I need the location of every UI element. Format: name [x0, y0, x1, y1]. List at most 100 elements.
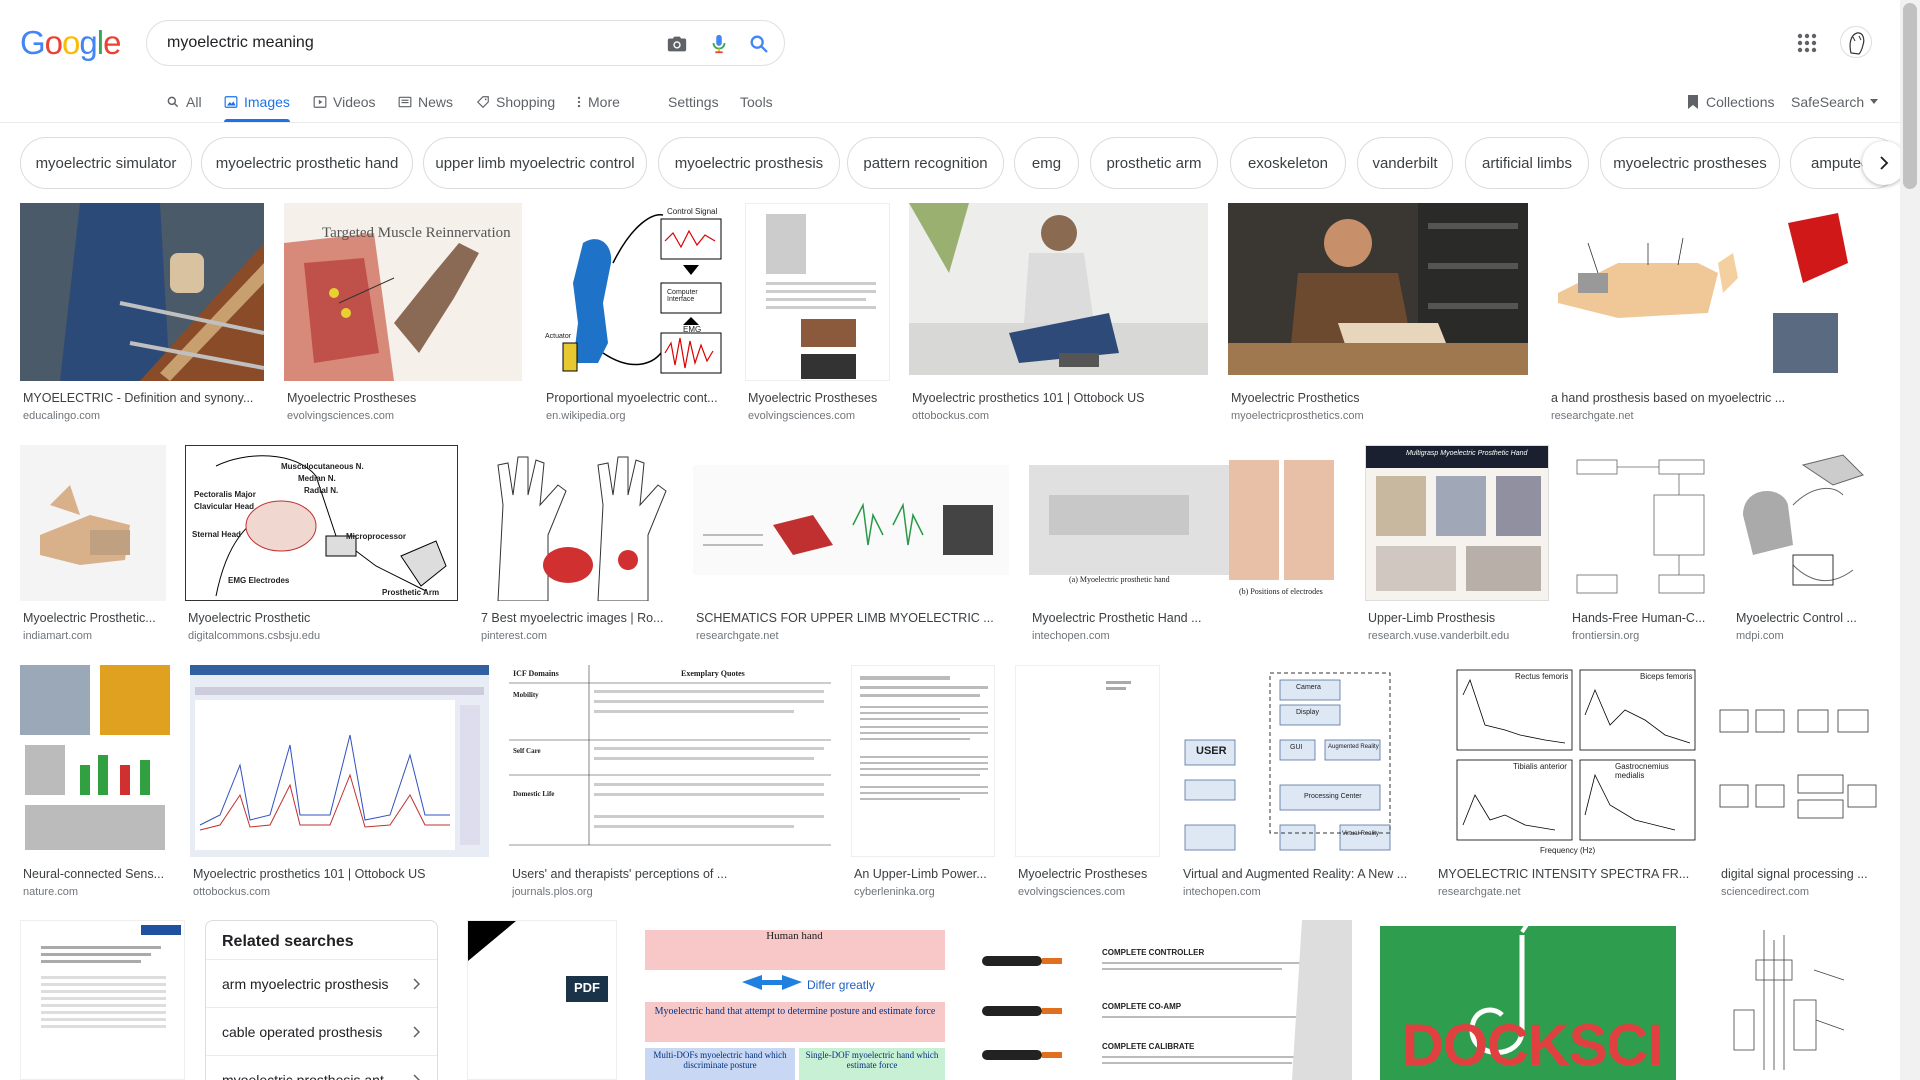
thumb-caption: Musculocutaneous N. [281, 462, 364, 471]
pdf-badge: PDF [574, 980, 600, 995]
result-source: evolvingsciences.com [1018, 886, 1125, 898]
tab-news[interactable]: News [398, 82, 453, 122]
result-title: 7 Best myoelectric images | Ro... [481, 611, 664, 625]
image-result[interactable]: ICF Domains Exemplary Quotes Mobility Se… [509, 665, 831, 905]
result-thumbnail [1704, 920, 1879, 1080]
image-result[interactable]: Myoelectric prosthetics 101 | Ottobock U… [190, 665, 489, 905]
related-search-item[interactable]: myoelectric prosthesis ant [206, 1055, 437, 1080]
chip[interactable]: exoskeleton [1230, 137, 1346, 189]
thumb-caption: COMPLETE CALIBRATE [1102, 1042, 1195, 1051]
result-thumbnail [190, 665, 489, 857]
image-result[interactable]: Myoelectric Prostheses evolvingsciences.… [1015, 665, 1160, 905]
result-thumbnail: ICF Domains Exemplary Quotes Mobility Se… [509, 665, 831, 857]
safesearch-label: SafeSearch [1791, 94, 1865, 110]
image-result[interactable]: Neural-connected Sens... nature.com [20, 665, 170, 905]
thumb-caption: Mobility [513, 691, 539, 699]
chip[interactable]: myoelectric prosthesis [658, 137, 840, 189]
image-result[interactable]: Myoelectric Prosthetic... indiamart.com [20, 445, 166, 645]
tab-more[interactable]: More [576, 82, 620, 122]
thumb-caption: Targeted Muscle Reinnervation [322, 225, 511, 241]
result-source: intechopen.com [1032, 630, 1110, 642]
result-source: educalingo.com [23, 410, 101, 422]
tab-label: Shopping [496, 94, 556, 110]
avatar[interactable] [1840, 26, 1872, 58]
tab-tools[interactable]: Tools [740, 82, 773, 122]
apps-grid-icon[interactable] [1795, 31, 1819, 55]
tab-images[interactable]: Images [224, 82, 290, 122]
thumb-caption: Actuator [545, 333, 572, 340]
result-title: Proportional myoelectric cont... [546, 391, 718, 405]
thumb-caption: (b) Positions of electrodes [1239, 587, 1323, 596]
collections-button[interactable]: Collections [1686, 82, 1774, 122]
camera-icon[interactable] [665, 32, 689, 56]
chip[interactable]: upper limb myoelectric control [423, 137, 647, 189]
tab-shopping[interactable]: Shopping [476, 82, 555, 122]
chip[interactable]: myoelectric prosthetic hand [201, 137, 413, 189]
result-thumbnail [20, 920, 185, 1080]
related-searches-panel: Related searches arm myoelectric prosthe… [205, 920, 438, 1080]
result-thumbnail: COMPLETE CONTROLLER COMPLETE CO-AMP COMP… [972, 920, 1352, 1080]
chip[interactable]: prosthetic arm [1090, 137, 1218, 189]
page-scrollbar[interactable] [1900, 0, 1920, 1080]
chip[interactable]: artificial limbs [1465, 137, 1589, 189]
result-title: Hands-Free Human-C... [1572, 611, 1706, 625]
microphone-icon[interactable] [707, 32, 731, 56]
image-result[interactable]: Human hand Differ greatly Myoelectric ha… [637, 920, 952, 1080]
result-source: researchgate.net [1438, 886, 1521, 898]
image-result[interactable]: Myoelectric Prostheses evolvingsciences.… [745, 203, 890, 423]
image-result[interactable]: Targeted Muscle Reinnervation Myoelectri… [284, 203, 522, 423]
result-title: Myoelectric Control ... [1736, 611, 1857, 625]
image-result[interactable]: COMPLETE CONTROLLER COMPLETE CO-AMP COMP… [972, 920, 1352, 1080]
thumb-caption: Augmented Reality [1328, 744, 1379, 750]
result-thumbnail: Musculocutaneous N. Median N. Radial N. … [185, 445, 458, 601]
image-result[interactable] [20, 920, 185, 1080]
related-search-label: arm myoelectric prosthesis [222, 975, 389, 992]
video-icon [313, 96, 327, 108]
result-source: journals.plos.org [512, 886, 593, 898]
image-result[interactable]: Musculocutaneous N. Median N. Radial N. … [185, 445, 458, 645]
image-result[interactable]: a hand prosthesis based on myoelectric .… [1548, 203, 1878, 423]
result-thumbnail [20, 665, 170, 857]
image-result[interactable]: 7 Best myoelectric images | Ro... pinter… [478, 445, 673, 645]
image-result[interactable]: USER Camera Display GUI Augmented Realit… [1180, 665, 1415, 905]
chip[interactable]: myoelectric prostheses [1600, 137, 1780, 189]
tab-settings[interactable]: Settings [668, 82, 719, 122]
chip[interactable]: myoelectric simulator [20, 137, 192, 189]
google-logo[interactable]: Google [20, 24, 121, 62]
image-result[interactable]: Myoelectric Prosthetics myoelectricprost… [1228, 203, 1528, 423]
result-title: Myoelectric prosthetics 101 | Ottobock U… [193, 867, 426, 881]
image-result[interactable]: Hands-Free Human-C... frontiersin.org [1569, 445, 1713, 645]
scrollbar-thumb[interactable] [1903, 3, 1917, 189]
search-input[interactable] [167, 31, 637, 55]
image-result[interactable] [1704, 920, 1879, 1080]
search-icon[interactable] [747, 32, 771, 56]
image-result[interactable]: Myoelectric Control ... mdpi.com [1733, 445, 1879, 645]
image-result[interactable]: Rectus femoris Biceps femoris Tibialis a… [1435, 665, 1698, 905]
image-result[interactable]: SCHEMATICS FOR UPPER LIMB MYOELECTRIC ..… [693, 445, 1009, 645]
tab-videos[interactable]: Videos [313, 82, 376, 122]
result-source: intechopen.com [1183, 886, 1261, 898]
image-result[interactable]: Control Signal Computer Interface EMG Ac… [543, 203, 725, 423]
thumb-caption: Biceps femoris [1640, 672, 1693, 681]
image-result[interactable]: digital signal processing ... sciencedir… [1718, 665, 1878, 905]
image-result[interactable]: An Upper-Limb Power... cyberleninka.org [851, 665, 995, 905]
result-thumbnail [1548, 203, 1878, 381]
chip[interactable]: emg [1014, 137, 1079, 189]
tab-all[interactable]: All [166, 82, 202, 122]
image-result[interactable]: (a) Myoelectric prosthetic hand (b) Posi… [1029, 445, 1345, 645]
image-result[interactable]: Multigrasp Myoelectric Prosthetic Hand U… [1365, 445, 1549, 645]
image-result[interactable]: DOCKSCI [1372, 920, 1684, 1080]
chip[interactable]: pattern recognition [847, 137, 1004, 189]
image-result[interactable]: PDF [467, 920, 617, 1080]
chip[interactable]: vanderbilt [1357, 137, 1453, 189]
image-result[interactable]: Myoelectric prosthetics 101 | Ottobock U… [909, 203, 1208, 423]
result-thumbnail [693, 445, 1009, 601]
related-search-item[interactable]: arm myoelectric prosthesis [206, 959, 437, 1007]
search-box[interactable] [146, 20, 785, 66]
thumb-caption: GUI [1290, 744, 1303, 751]
result-source: research.vuse.vanderbilt.edu [1368, 630, 1510, 642]
image-result[interactable]: MYOELECTRIC - Definition and synony... e… [20, 203, 264, 423]
thumb-caption: (a) Myoelectric prosthetic hand [1069, 575, 1170, 584]
related-search-item[interactable]: cable operated prosthesis [206, 1007, 437, 1055]
safesearch-button[interactable]: SafeSearch [1791, 82, 1879, 122]
